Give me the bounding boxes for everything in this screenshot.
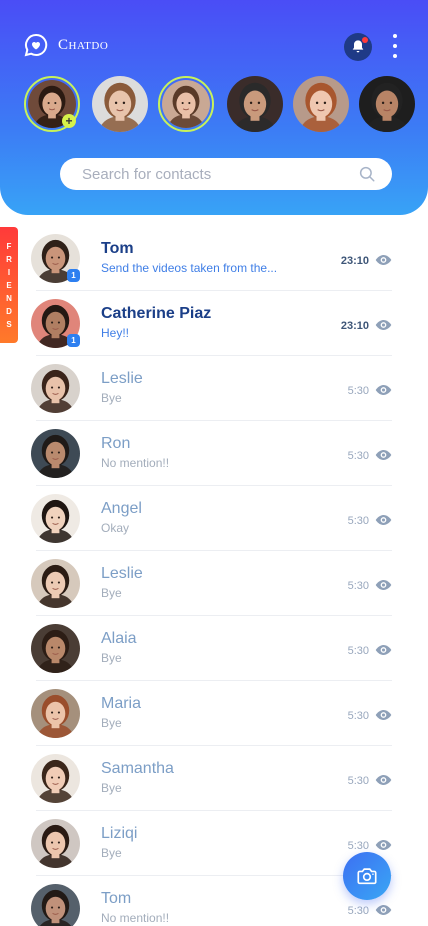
contact-name: Tom: [101, 240, 134, 257]
chat-list-item[interactable]: Leslie Bye 5:30: [0, 356, 428, 421]
seen-eye-icon: [375, 775, 392, 785]
last-message: No mention!!: [101, 456, 170, 470]
camera-button[interactable]: [343, 852, 391, 900]
contact-name: Liziqi: [101, 825, 138, 842]
search-icon[interactable]: [358, 165, 376, 183]
last-message: Bye: [101, 651, 122, 665]
story-avatar[interactable]: [158, 76, 214, 132]
message-time: 5:30: [347, 450, 369, 462]
camera-icon: [357, 868, 377, 885]
contact-name: Alaia: [101, 630, 137, 647]
avatar: [31, 429, 80, 478]
story-avatar[interactable]: [359, 76, 415, 132]
story-avatar[interactable]: [92, 76, 148, 132]
seen-eye-icon: [375, 905, 392, 915]
notifications-button[interactable]: [344, 33, 372, 61]
message-time: 23:10: [340, 255, 369, 267]
message-time: 5:30: [347, 710, 369, 722]
message-time: 23:10: [340, 320, 369, 332]
avatar: [31, 559, 80, 608]
avatar: [31, 689, 80, 738]
message-time: 5:30: [347, 515, 369, 527]
last-message: Bye: [101, 586, 122, 600]
last-message: No mention!!: [101, 911, 170, 925]
brand: Chatdo: [24, 33, 108, 57]
avatar: [227, 76, 283, 132]
seen-eye-icon: [375, 450, 392, 460]
avatar: [31, 819, 80, 868]
notification-dot: [362, 37, 368, 43]
last-message: Hey!!: [101, 326, 130, 340]
seen-eye-icon: [375, 645, 392, 655]
message-time: 5:30: [347, 840, 369, 852]
chat-list-item[interactable]: 1 Catherine Piaz Hey!! 23:10: [0, 291, 428, 356]
chat-list-item[interactable]: Alaia Bye 5:30: [0, 616, 428, 681]
message-time: 5:30: [347, 775, 369, 787]
avatar: [293, 76, 349, 132]
last-message: Bye: [101, 391, 122, 405]
last-message: Bye: [101, 781, 122, 795]
seen-eye-icon: [375, 255, 392, 265]
unread-badge: 1: [67, 269, 80, 282]
more-menu-button[interactable]: [388, 34, 402, 58]
story-avatar[interactable]: +: [24, 76, 80, 132]
unread-badge: 1: [67, 334, 80, 347]
avatar: [31, 754, 80, 803]
seen-eye-icon: [375, 320, 392, 330]
app-header: Chatdo +: [0, 0, 428, 215]
contact-name: Tom: [101, 890, 132, 907]
search-bar[interactable]: [60, 158, 392, 190]
contact-name: Samantha: [101, 760, 174, 777]
story-avatar[interactable]: [293, 76, 349, 132]
chat-list-item[interactable]: Ron No mention!! 5:30: [0, 421, 428, 486]
last-message: Bye: [101, 846, 122, 860]
message-time: 5:30: [347, 385, 369, 397]
chat-list-item[interactable]: Samantha Bye 5:30: [0, 746, 428, 811]
story-avatar[interactable]: [227, 76, 283, 132]
seen-eye-icon: [375, 515, 392, 525]
avatar: [31, 884, 80, 926]
contact-name: Leslie: [101, 370, 143, 387]
last-message: Okay: [101, 521, 130, 535]
seen-eye-icon: [375, 385, 392, 395]
chat-heart-icon: [24, 33, 48, 57]
avatar: [31, 624, 80, 673]
avatar: [31, 364, 80, 413]
last-message: Bye: [101, 716, 122, 730]
avatar: [162, 80, 210, 128]
more-vertical-icon: [393, 34, 397, 38]
avatar: [92, 76, 148, 132]
stories-strip: +: [0, 76, 428, 132]
message-time: 5:30: [347, 645, 369, 657]
seen-eye-icon: [375, 710, 392, 720]
contact-name: Leslie: [101, 565, 143, 582]
chat-list-item[interactable]: Leslie Bye 5:30: [0, 551, 428, 616]
contact-name: Maria: [101, 695, 142, 712]
contact-name: Angel: [101, 500, 142, 517]
chat-list-item[interactable]: Angel Okay 5:30: [0, 486, 428, 551]
message-time: 5:30: [347, 580, 369, 592]
avatar: [359, 76, 415, 132]
chat-list-item[interactable]: Maria Bye 5:30: [0, 681, 428, 746]
avatar: [31, 494, 80, 543]
add-story-icon[interactable]: +: [62, 114, 76, 128]
last-message: Send the videos taken from the...: [101, 261, 278, 275]
seen-eye-icon: [375, 580, 392, 590]
seen-eye-icon: [375, 840, 392, 850]
app-name: Chatdo: [58, 36, 109, 53]
message-time: 5:30: [347, 905, 369, 917]
contact-name: Catherine Piaz: [101, 305, 212, 322]
search-input[interactable]: [82, 165, 358, 183]
chat-list-item[interactable]: 1 Tom Send the videos taken from the... 23:…: [0, 226, 428, 291]
contact-name: Ron: [101, 435, 131, 452]
